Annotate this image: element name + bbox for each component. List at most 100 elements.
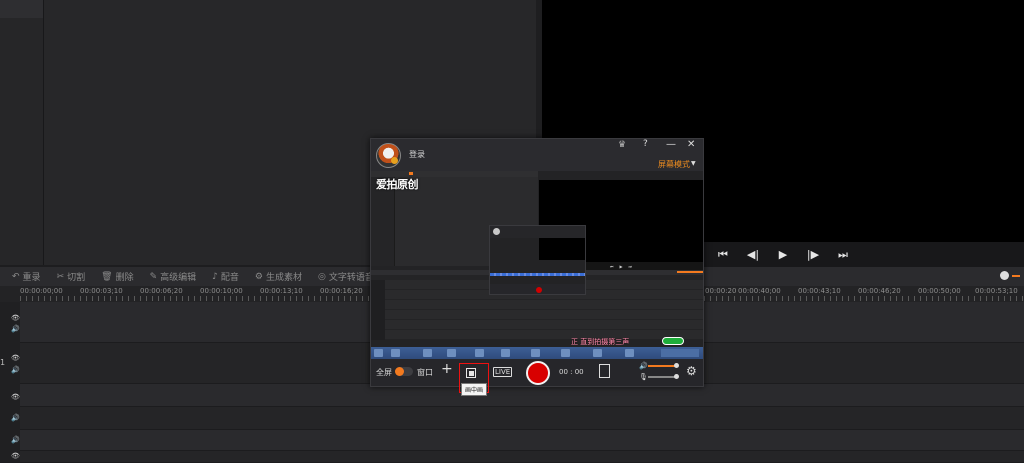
nested-taskbar — [490, 273, 585, 276]
tick-label: 00:00:53;10 — [975, 287, 1018, 295]
taskbar-app-icon — [391, 349, 400, 357]
window-label: 窗口 — [417, 368, 433, 377]
toolbar-label: 高级编辑 — [160, 273, 197, 283]
nested-play-icon: ▶ — [619, 263, 623, 269]
taskbar-app-icon — [625, 349, 634, 357]
speaker-icon[interactable]: 🔊 — [11, 414, 20, 422]
toolbar-label: 生成素材 — [265, 273, 302, 283]
nested-recorder-window — [489, 225, 586, 295]
audio-track[interactable] — [20, 430, 1024, 451]
tick-label: 00:00:43;10 — [798, 287, 841, 295]
nested-zoom-bar — [677, 271, 703, 273]
volume-slider[interactable] — [648, 365, 676, 367]
speaker-icon[interactable]: 🔊 — [11, 436, 20, 444]
cut-button[interactable]: ✂ 切割 — [56, 270, 86, 284]
audio-track[interactable] — [20, 451, 1024, 463]
toolbar-label: 重录 — [22, 273, 41, 283]
undo-icon: ↶ — [12, 271, 20, 282]
caption-text: 正 直到拍摄第三声 — [571, 338, 630, 346]
screen-mode-dropdown[interactable]: 屏幕模式 — [658, 159, 690, 170]
plus-icon[interactable]: + — [441, 361, 453, 377]
nested-record-dot — [536, 287, 542, 293]
avatar-badge — [391, 157, 398, 164]
avatar[interactable] — [376, 143, 401, 168]
mic-volume-slider[interactable] — [648, 376, 676, 378]
taskbar-app-icon — [374, 349, 383, 357]
nested-tab-indicator — [409, 172, 413, 175]
help-icon[interactable]: ? — [643, 139, 648, 149]
chevron-down-icon[interactable]: ▼ — [691, 160, 696, 167]
edit-icon: ✎ — [149, 271, 158, 282]
camera-icon[interactable]: LIVE — [493, 367, 513, 377]
generate-material-button[interactable]: ⚙ 生成素材 — [255, 270, 302, 284]
audio-track[interactable] — [20, 384, 1024, 407]
speaker-icon[interactable]: 🔊 — [639, 362, 648, 370]
gear-icon[interactable]: ⚙ — [686, 364, 697, 378]
taskbar-app-icon — [475, 349, 484, 357]
tick-label: 00:00:06;20 — [140, 287, 183, 295]
taskbar-app-icon — [561, 349, 570, 357]
eye-icon[interactable]: 👁 — [11, 314, 20, 322]
audio-track[interactable] — [20, 407, 1024, 430]
skip-start-icon[interactable]: ⏮ — [715, 248, 731, 262]
nested-avatar — [493, 228, 500, 235]
tick-label: 00:00:40;00 — [738, 287, 781, 295]
toolbar-label: 删除 — [115, 273, 134, 283]
text-icon: ◎ — [318, 271, 326, 282]
toolbar-label: 配音 — [220, 273, 239, 283]
dub-button[interactable]: ♪ 配音 — [212, 270, 239, 284]
recorder-controls: 全屏 窗口 + LIVE 00 : 00 🔊 🎙 ⚙ — [371, 359, 703, 393]
tick-label: 00:00:10;00 — [200, 287, 243, 295]
step-back-icon[interactable]: ◀| — [745, 248, 761, 261]
zoom-knob[interactable] — [1000, 271, 1009, 280]
speaker-icon[interactable]: 🔊 — [11, 325, 20, 333]
delete-button[interactable]: 🗑 删除 — [101, 270, 134, 284]
eye-icon[interactable]: 👁 — [11, 452, 20, 460]
login-link[interactable]: 登录 — [409, 149, 425, 160]
taskbar-app-icon — [447, 349, 456, 357]
tick-label: 00:00:00;00 — [20, 287, 63, 295]
taskbar-app-icon — [501, 349, 510, 357]
nested-recorder-black — [539, 238, 585, 260]
redo-record-button[interactable]: ↶ 重录 — [12, 270, 41, 284]
skip-end-icon[interactable]: ⏭ — [835, 248, 851, 262]
pip-icon-inner — [469, 371, 474, 376]
track-number: 1 — [0, 358, 6, 367]
mic-icon: ♪ — [212, 271, 218, 282]
play-icon[interactable]: ▶ — [775, 248, 791, 261]
mic-slider-knob[interactable] — [674, 374, 679, 379]
toolbar-label: 切割 — [67, 273, 86, 283]
film-icon[interactable] — [599, 364, 610, 378]
taskbar-app-icon — [531, 349, 540, 357]
toolbar-label: 文字转语音 — [328, 273, 374, 283]
library-sidebar-header — [0, 0, 43, 18]
pip-tooltip: 画中画 — [461, 383, 488, 396]
system-tray — [661, 349, 699, 357]
recorder-window: 登录 ♛ ? — ✕ 屏幕模式 ▼ ⏮ ▶ ⏭ 爱拍原创 正 直到拍摄第三声 全… — [370, 138, 704, 393]
nested-skip-icon: ⏮ — [609, 263, 614, 269]
zoom-bar[interactable] — [1012, 274, 1020, 277]
tick-label: 00:00:03;10 — [80, 287, 123, 295]
minimize-icon[interactable]: — — [666, 139, 676, 150]
text-to-speech-button[interactable]: ◎ 文字转语音 — [318, 270, 374, 284]
speaker-icon[interactable]: 🔊 — [11, 366, 20, 374]
crown-icon[interactable]: ♛ — [618, 140, 626, 150]
zoom-control[interactable] — [1000, 271, 1020, 280]
taskbar-app-icon — [423, 349, 432, 357]
toggle-knob[interactable] — [395, 367, 404, 376]
eye-icon[interactable]: 👁 — [11, 393, 20, 401]
nested-skip-icon: ⏭ — [628, 263, 633, 269]
tick-label: 00:00:20 — [705, 287, 737, 295]
microphone-icon[interactable]: 🎙 — [639, 373, 648, 381]
volume-slider-knob[interactable] — [674, 363, 679, 368]
tick-label: 00:00:16;20 — [320, 287, 363, 295]
windows-taskbar — [371, 347, 703, 359]
fullscreen-label: 全屏 — [376, 368, 392, 377]
close-icon[interactable]: ✕ — [687, 139, 695, 150]
record-button[interactable] — [526, 361, 550, 385]
eye-icon[interactable]: 👁 — [11, 354, 20, 362]
step-forward-icon[interactable]: |▶ — [805, 248, 821, 261]
tick-label: 00:00:50;00 — [918, 287, 961, 295]
scissors-icon: ✂ — [56, 271, 65, 282]
advanced-edit-button[interactable]: ✎ 高级编辑 — [149, 270, 197, 284]
